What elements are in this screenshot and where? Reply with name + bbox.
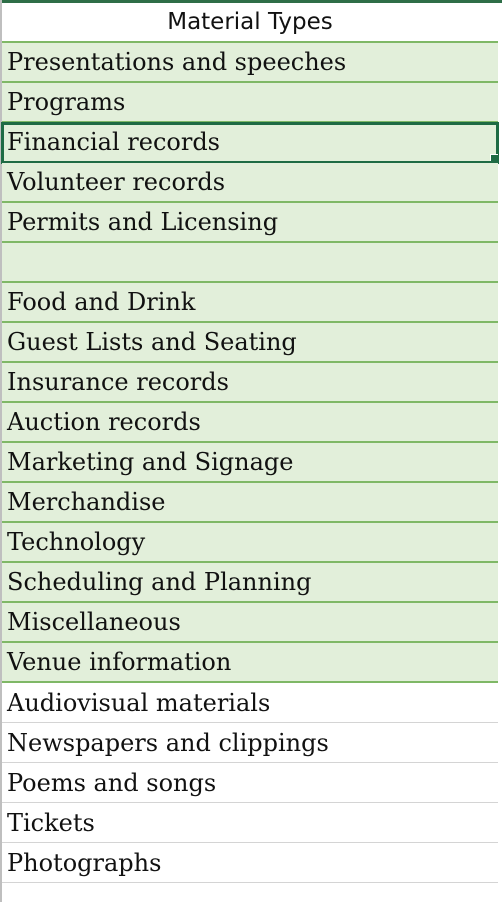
table-cell[interactable]: Newspapers and clippings bbox=[2, 723, 498, 763]
table-cell[interactable]: Merchandise bbox=[2, 483, 498, 523]
table-cell[interactable]: Audiovisual materials bbox=[2, 683, 498, 723]
table-cell[interactable]: Photographs bbox=[2, 843, 498, 883]
table-cell[interactable]: Tickets bbox=[2, 803, 498, 843]
table-cell[interactable]: Food and Drink bbox=[2, 283, 498, 323]
selected-cell[interactable]: Financial records bbox=[1, 122, 499, 164]
fill-handle[interactable] bbox=[490, 154, 498, 161]
table-cell[interactable] bbox=[2, 883, 498, 902]
table-cell[interactable]: Volunteer records bbox=[2, 163, 498, 203]
table-cell[interactable]: Insurance records bbox=[2, 363, 498, 403]
table-cell[interactable]: Poems and songs bbox=[2, 763, 498, 803]
table-cell[interactable]: Miscellaneous bbox=[2, 603, 498, 643]
cell-list: Presentations and speeches Programs Financ… bbox=[1, 43, 499, 902]
table-cell[interactable]: Marketing and Signage bbox=[2, 443, 498, 483]
column-header-cell[interactable]: Material Types bbox=[2, 3, 498, 43]
table-cell[interactable]: Guest Lists and Seating bbox=[2, 323, 498, 363]
table-cell[interactable]: Permits and Licensing bbox=[2, 203, 498, 243]
table-cell[interactable]: Presentations and speeches bbox=[2, 43, 498, 83]
table-cell[interactable] bbox=[2, 243, 498, 283]
spreadsheet-column: Material Types Presentations and speeche… bbox=[0, 0, 502, 902]
table-cell[interactable]: Programs bbox=[2, 83, 498, 123]
table-cell[interactable]: Auction records bbox=[2, 403, 498, 443]
table-cell[interactable]: Venue information bbox=[2, 643, 498, 683]
table-cell[interactable]: Technology bbox=[2, 523, 498, 563]
table-cell[interactable]: Scheduling and Planning bbox=[2, 563, 498, 603]
